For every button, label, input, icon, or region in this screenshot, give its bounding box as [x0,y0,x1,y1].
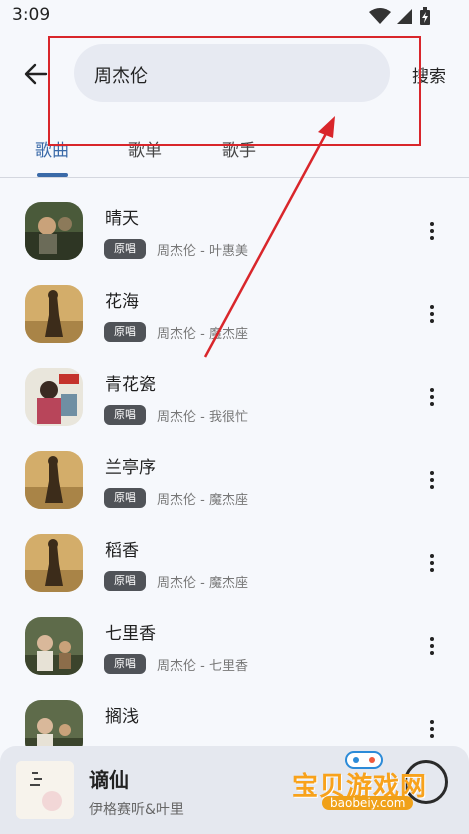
original-badge: 原唱 [104,654,146,674]
watermark-logo: 宝贝游戏网 baobeiy.com [288,751,438,820]
list-item[interactable]: 七里香 原唱 周杰伦 - 七里香 [0,605,469,688]
player-artist: 伊格赛听&叶里 [89,802,184,818]
status-bar: 3:09 [0,0,469,32]
original-badge: 原唱 [104,488,146,508]
song-title: 花海 [105,292,139,312]
song-meta: 周杰伦 - 我很忙 [157,410,248,425]
status-time: 3:09 [12,5,51,25]
search-input[interactable]: 周杰伦 [74,44,390,102]
tab-playlists[interactable]: 歌单 [128,136,162,161]
original-badge: 原唱 [104,322,146,342]
song-title: 稻香 [105,541,139,561]
more-vert-icon[interactable] [421,552,443,576]
song-meta: 周杰伦 - 魔杰座 [157,576,248,591]
more-vert-icon[interactable] [421,635,443,659]
list-item[interactable]: 晴天 原唱 周杰伦 - 叶惠美 [0,190,469,273]
status-icons [369,7,431,26]
album-cover [25,285,83,343]
tab-indicator [37,173,68,177]
album-cover [25,451,83,509]
wifi-icon [369,8,391,24]
more-vert-icon[interactable] [421,220,443,244]
song-title: 搁浅 [105,707,139,727]
tab-songs[interactable]: 歌曲 [35,136,69,161]
more-vert-icon[interactable] [421,469,443,493]
original-badge: 原唱 [104,239,146,259]
signal-icon [397,9,412,24]
album-cover [25,534,83,592]
song-title: 兰亭序 [105,458,156,478]
list-item[interactable]: 青花瓷 原唱 周杰伦 - 我很忙 [0,356,469,439]
search-input-value: 周杰伦 [94,66,148,87]
tab-artists[interactable]: 歌手 [222,136,256,161]
list-item[interactable]: 兰亭序 原唱 周杰伦 - 魔杰座 [0,439,469,522]
arrow-left-icon[interactable] [22,60,50,88]
song-meta: 周杰伦 - 魔杰座 [157,493,248,508]
song-meta: 周杰伦 - 七里香 [157,659,248,674]
list-item[interactable]: 稻香 原唱 周杰伦 - 魔杰座 [0,522,469,605]
song-title: 晴天 [105,209,139,229]
more-vert-icon[interactable] [421,303,443,327]
original-badge: 原唱 [104,571,146,591]
album-cover [25,617,83,675]
album-cover [25,202,83,260]
player-album-art [16,761,74,819]
album-cover [25,368,83,426]
list-item[interactable]: 花海 原唱 周杰伦 - 魔杰座 [0,273,469,356]
search-button[interactable]: 搜索 [412,62,446,87]
battery-icon [420,7,430,25]
original-badge: 原唱 [104,405,146,425]
player-title: 谪仙 [89,768,129,792]
song-meta: 周杰伦 - 魔杰座 [157,327,248,342]
search-header: 周杰伦 搜索 [0,40,469,108]
result-tabs: 歌曲 歌单 歌手 [0,126,469,178]
more-vert-icon[interactable] [421,718,443,742]
song-title: 七里香 [105,624,156,644]
song-meta: 周杰伦 - 叶惠美 [157,244,248,259]
song-title: 青花瓷 [105,375,156,395]
watermark-url: baobeiy.com [322,796,414,810]
more-vert-icon[interactable] [421,386,443,410]
